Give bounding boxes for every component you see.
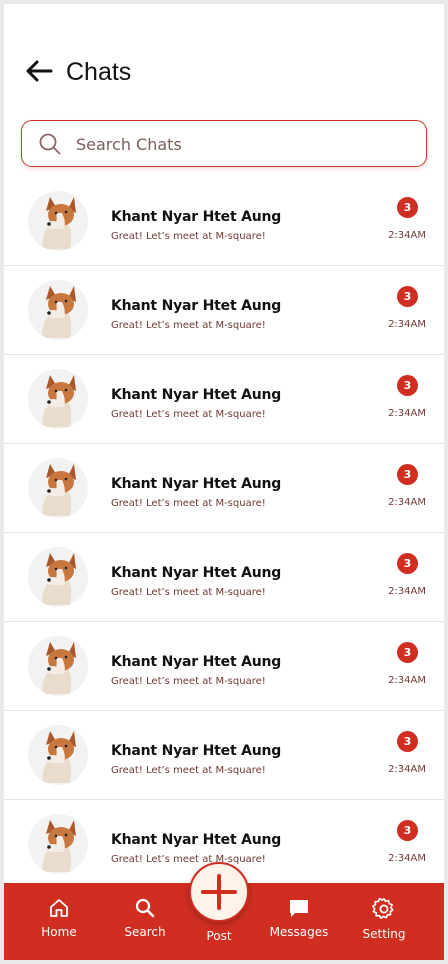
chat-time: 2:34AM — [388, 408, 426, 419]
chat-preview: Great! Let’s meet at M-square! — [111, 765, 266, 776]
chat-name: Khant Nyar Htet Aung — [111, 298, 282, 314]
chat-row[interactable]: Khant Nyar Htet Aung Great! Let’s meet a… — [4, 711, 444, 800]
arrow-left-icon — [26, 60, 53, 82]
chat-time: 2:34AM — [388, 230, 426, 241]
chat-preview: Great! Let’s meet at M-square! — [111, 587, 266, 598]
chat-row[interactable]: Khant Nyar Htet Aung Great! Let’s meet a… — [4, 444, 444, 533]
chat-bubble-icon — [290, 900, 308, 917]
chat-row[interactable]: Khant Nyar Htet Aung Great! Let’s meet a… — [4, 622, 444, 711]
nav-messages[interactable]: Messages — [259, 883, 339, 960]
chat-preview: Great! Let’s meet at M-square! — [111, 498, 266, 509]
avatar — [28, 369, 88, 429]
chat-time: 2:34AM — [388, 319, 426, 330]
nav-messages-label: Messages — [269, 925, 329, 939]
post-button[interactable] — [189, 862, 249, 922]
chat-preview: Great! Let’s meet at M-square! — [111, 676, 266, 687]
nav-search[interactable]: Search — [105, 883, 185, 960]
avatar — [28, 458, 88, 518]
dog-avatar — [28, 280, 88, 340]
chat-preview: Great! Let’s meet at M-square! — [111, 231, 266, 242]
chat-list: Khant Nyar Htet Aung Great! Let’s meet a… — [4, 177, 444, 889]
chat-name: Khant Nyar Htet Aung — [111, 832, 282, 848]
dog-avatar — [28, 814, 88, 874]
chat-name: Khant Nyar Htet Aung — [111, 209, 282, 225]
nav-search-label: Search — [124, 925, 166, 939]
avatar — [28, 725, 88, 785]
chat-row[interactable]: Khant Nyar Htet Aung Great! Let’s meet a… — [4, 266, 444, 355]
unread-badge: 3 — [397, 197, 418, 218]
chat-name: Khant Nyar Htet Aung — [111, 476, 282, 492]
dog-avatar — [28, 636, 88, 696]
avatar — [28, 191, 88, 251]
search-bar[interactable] — [21, 120, 427, 167]
chat-preview: Great! Let’s meet at M-square! — [111, 409, 266, 420]
chat-row[interactable]: Khant Nyar Htet Aung Great! Let’s meet a… — [4, 533, 444, 622]
chat-time: 2:34AM — [388, 675, 426, 686]
chats-screen: Chats Khant Nyar Htet Aung Great! Let’s … — [4, 4, 444, 960]
search-icon — [39, 133, 61, 155]
dog-avatar — [28, 369, 88, 429]
nav-setting-label: Setting — [362, 927, 406, 941]
avatar — [28, 636, 88, 696]
chat-name: Khant Nyar Htet Aung — [111, 743, 282, 759]
unread-badge: 3 — [397, 553, 418, 574]
chat-name: Khant Nyar Htet Aung — [111, 565, 282, 581]
chat-name: Khant Nyar Htet Aung — [111, 387, 282, 403]
dog-avatar — [28, 725, 88, 785]
page-title: Chats — [66, 58, 132, 86]
chat-row[interactable]: Khant Nyar Htet Aung Great! Let’s meet a… — [4, 355, 444, 444]
avatar — [28, 814, 88, 874]
nav-setting[interactable]: Setting — [344, 883, 424, 960]
chat-time: 2:34AM — [388, 497, 426, 508]
unread-badge: 3 — [397, 731, 418, 752]
unread-badge: 3 — [397, 820, 418, 841]
home-icon — [50, 899, 68, 917]
unread-badge: 3 — [397, 375, 418, 396]
nav-home-label: Home — [41, 925, 77, 939]
header: Chats — [4, 4, 444, 116]
nav-home[interactable]: Home — [19, 883, 99, 960]
search-input[interactable] — [76, 128, 406, 160]
unread-badge: 3 — [397, 642, 418, 663]
avatar — [28, 280, 88, 340]
chat-preview: Great! Let’s meet at M-square! — [111, 854, 266, 865]
gear-icon — [372, 897, 394, 919]
chat-time: 2:34AM — [388, 764, 426, 775]
plus-icon — [201, 874, 237, 910]
unread-badge: 3 — [397, 464, 418, 485]
avatar — [28, 547, 88, 607]
chat-time: 2:34AM — [388, 586, 426, 597]
search-icon — [135, 898, 155, 918]
chat-name: Khant Nyar Htet Aung — [111, 654, 282, 670]
dog-avatar — [28, 547, 88, 607]
dog-avatar — [28, 191, 88, 251]
dog-avatar — [28, 458, 88, 518]
chat-preview: Great! Let’s meet at M-square! — [111, 320, 266, 331]
unread-badge: 3 — [397, 286, 418, 307]
chat-row[interactable]: Khant Nyar Htet Aung Great! Let’s meet a… — [4, 177, 444, 266]
back-button[interactable] — [24, 56, 54, 86]
chat-time: 2:34AM — [388, 853, 426, 864]
nav-post-label: Post — [206, 929, 232, 943]
